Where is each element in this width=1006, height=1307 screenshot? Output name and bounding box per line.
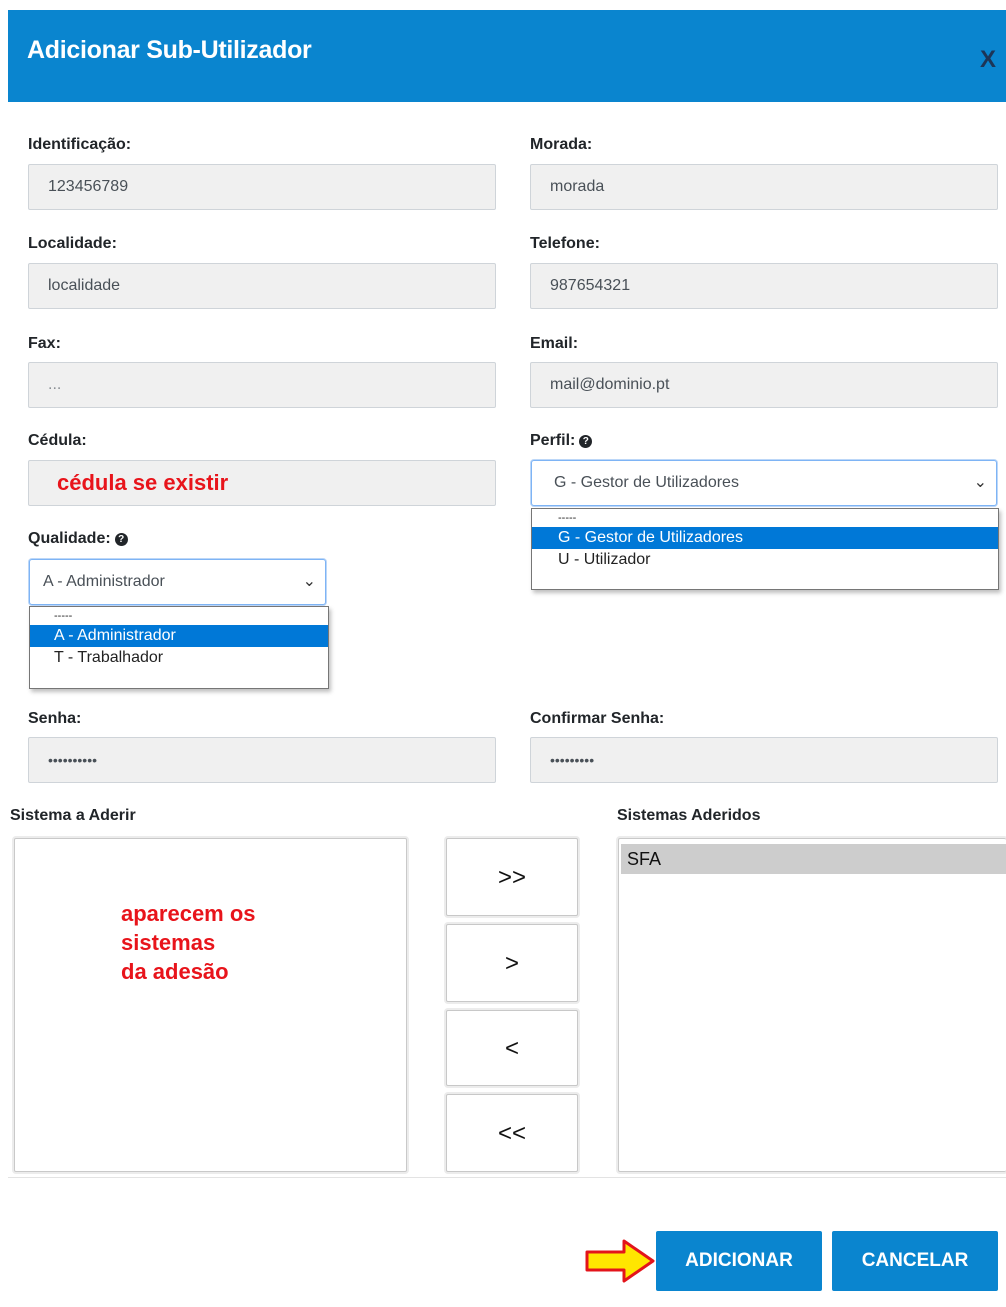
- identificacao-label: Identificação:: [28, 136, 132, 153]
- senha-label: Senha:: [28, 710, 82, 727]
- identificacao-field[interactable]: 123456789: [28, 164, 496, 210]
- cedula-note: cédula se existir: [57, 470, 229, 495]
- confirmar-senha-field[interactable]: •••••••••: [530, 737, 998, 783]
- sistemas-aderidos-label: Sistemas Aderidos: [617, 807, 761, 824]
- localidade-field[interactable]: localidade: [28, 263, 496, 309]
- dialog-title: Adicionar Sub-Utilizador: [27, 36, 312, 64]
- footer-divider: [8, 1177, 1006, 1178]
- sistema-a-aderir-label: Sistema a Aderir: [10, 807, 136, 824]
- qualidade-option[interactable]: A - Administrador: [30, 625, 328, 647]
- perfil-option[interactable]: -----: [532, 509, 998, 527]
- perfil-dropdown-list: ----- G - Gestor de Utilizadores U - Uti…: [531, 508, 999, 590]
- list-item[interactable]: SFA: [621, 844, 1006, 874]
- cancelar-button[interactable]: CANCELAR: [832, 1231, 998, 1291]
- telefone-field[interactable]: 987654321: [530, 263, 998, 309]
- adicionar-button[interactable]: ADICIONAR: [656, 1231, 822, 1291]
- available-systems-list[interactable]: aparecem os sistemas da adesão: [14, 838, 407, 1172]
- dialog-header: Adicionar Sub-Utilizador X: [8, 10, 1006, 102]
- help-icon[interactable]: ?: [114, 533, 128, 546]
- qualidade-option[interactable]: T - Trabalhador: [30, 647, 328, 669]
- qualidade-select[interactable]: A - Administrador ⌄: [29, 559, 326, 605]
- senha-field[interactable]: ••••••••••: [28, 737, 496, 783]
- cedula-field[interactable]: cédula se existir: [28, 460, 496, 506]
- add-all-button[interactable]: >>: [446, 838, 578, 916]
- available-systems-note: aparecem os sistemas da adesão: [121, 901, 256, 984]
- localidade-label: Localidade:: [28, 235, 117, 252]
- close-button[interactable]: X: [980, 46, 996, 74]
- qualidade-label: Qualidade:?: [28, 530, 128, 548]
- add-button[interactable]: >: [446, 924, 578, 1002]
- cedula-label: Cédula:: [28, 432, 87, 449]
- email-field[interactable]: mail@dominio.pt: [530, 362, 998, 408]
- perfil-select[interactable]: G - Gestor de Utilizadores ⌄: [531, 460, 997, 506]
- chevron-down-icon: ⌄: [973, 474, 987, 491]
- perfil-selected-value: G - Gestor de Utilizadores: [554, 474, 739, 491]
- email-label: Email:: [530, 335, 579, 352]
- morada-label: Morada:: [530, 136, 593, 153]
- qualidade-dropdown-list: ----- A - Administrador T - Trabalhador: [29, 606, 329, 689]
- perfil-option[interactable]: G - Gestor de Utilizadores: [532, 527, 998, 549]
- confirmar-senha-label: Confirmar Senha:: [530, 710, 665, 727]
- perfil-option[interactable]: U - Utilizador: [532, 549, 998, 571]
- fax-label: Fax:: [28, 335, 61, 352]
- perfil-label: Perfil:?: [530, 432, 593, 450]
- remove-button[interactable]: <: [446, 1010, 578, 1086]
- arrow-right-icon: [585, 1239, 655, 1283]
- fax-field[interactable]: ...: [28, 362, 496, 408]
- qualidade-selected-value: A - Administrador: [43, 573, 165, 590]
- qualidade-option[interactable]: -----: [30, 607, 328, 625]
- morada-field[interactable]: morada: [530, 164, 998, 210]
- remove-all-button[interactable]: <<: [446, 1094, 578, 1172]
- chevron-down-icon: ⌄: [302, 573, 316, 590]
- telefone-label: Telefone:: [530, 235, 600, 252]
- joined-systems-list[interactable]: SFA: [618, 838, 1006, 1172]
- help-icon[interactable]: ?: [579, 435, 593, 448]
